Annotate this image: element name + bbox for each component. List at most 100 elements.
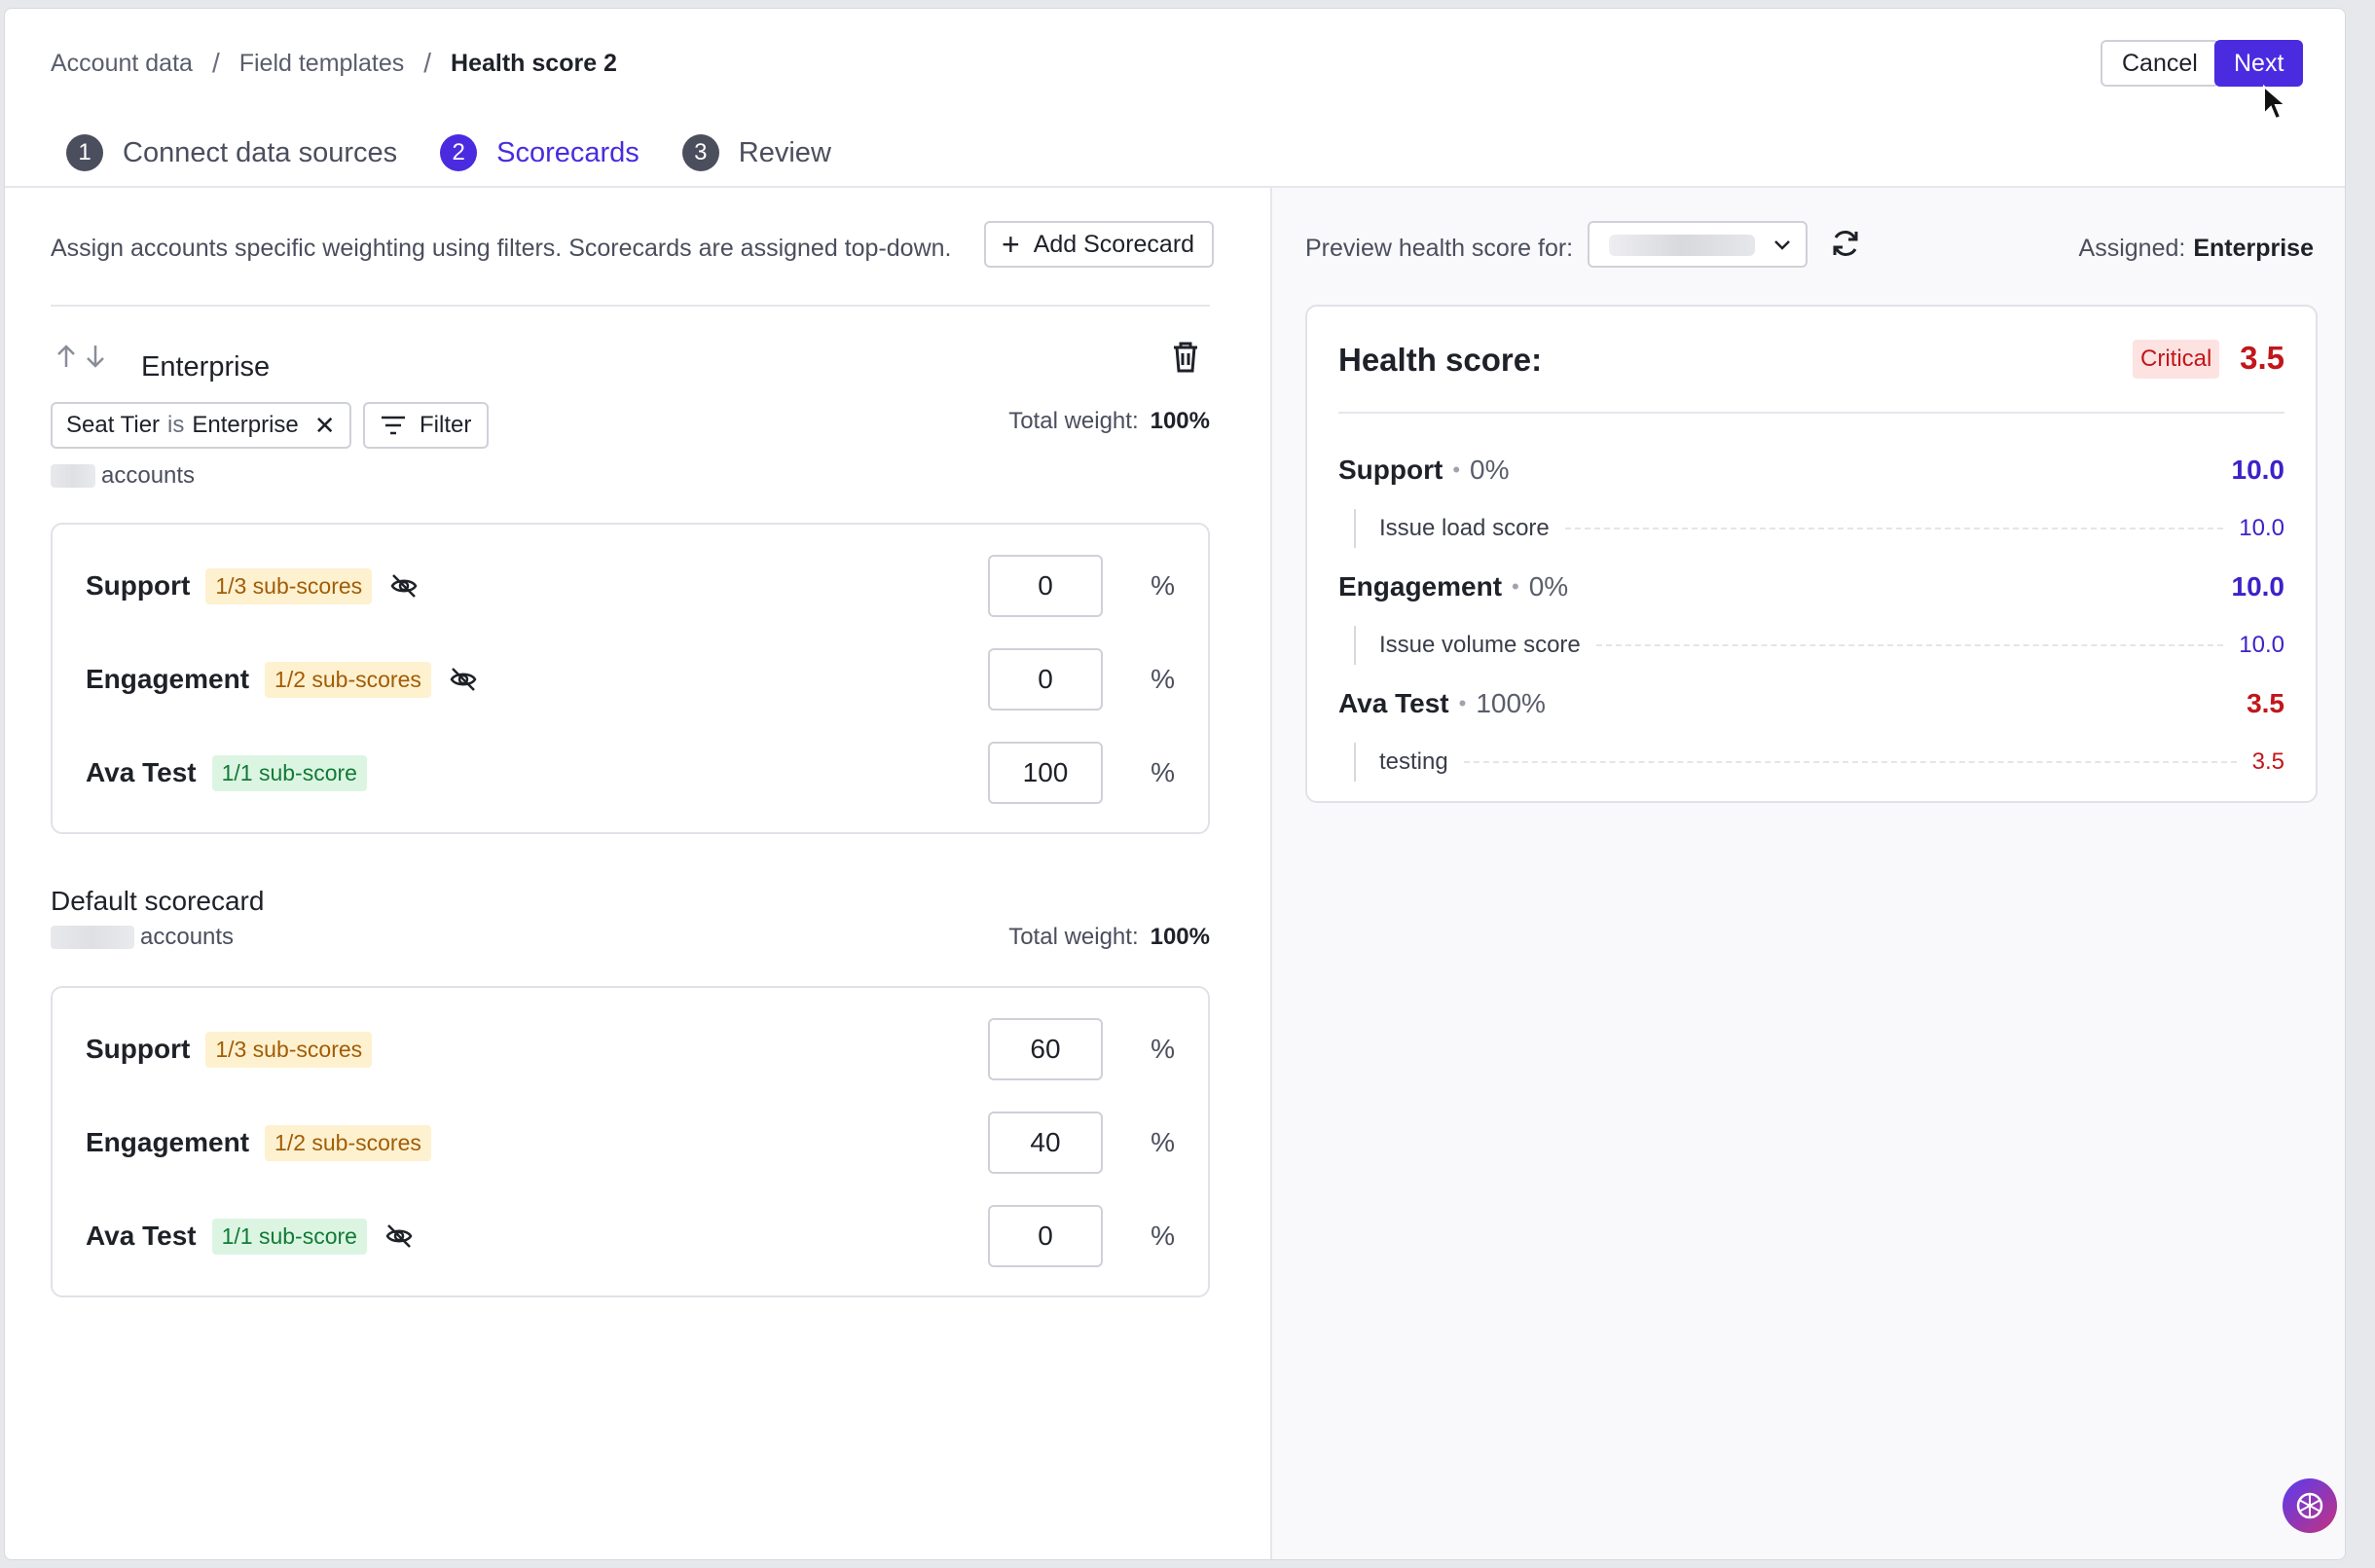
total-weight-label: Total weight:: [1008, 408, 1139, 434]
filter-field: Seat Tier: [66, 412, 161, 438]
sub-score-badge[interactable]: 1/1 sub-score: [211, 1218, 367, 1255]
total-weight-value: 100%: [1150, 408, 1210, 434]
accounts-label: accounts: [140, 924, 235, 950]
eye-off-icon[interactable]: [384, 1222, 414, 1251]
breadcrumb-field-templates[interactable]: Field templates: [239, 50, 405, 78]
sub-score-value: 10.0: [2239, 515, 2284, 541]
category-weight: 0%: [1470, 455, 1510, 485]
category-weight: 0%: [1528, 571, 1569, 602]
enterprise-total-weight: Total weight: 100%: [1008, 408, 1210, 435]
weight-row-support: Support 1/3 sub-scores %: [86, 1017, 1175, 1081]
percent-sign: %: [1151, 664, 1175, 694]
category-row-support: Support • 0% 10.0: [1338, 451, 2284, 490]
category-name: Engagement: [86, 664, 250, 694]
default-weights-card: Support 1/3 sub-scores % Engagement 1/2 …: [51, 986, 1210, 1297]
assistant-button[interactable]: [2283, 1478, 2337, 1533]
filter-button[interactable]: Filter: [363, 402, 490, 449]
enterprise-accounts-count: accounts: [51, 462, 195, 490]
bullet-separator: •: [1458, 691, 1467, 715]
breadcrumb-separator: /: [211, 48, 220, 78]
category-row-ava-test: Ava Test • 100% 3.5: [1338, 684, 2284, 723]
assigned-value: Enterprise: [2193, 235, 2314, 262]
weight-input[interactable]: [988, 1112, 1103, 1174]
category-name: Ava Test: [86, 1221, 197, 1251]
step-number: 3: [681, 134, 719, 171]
trash-icon[interactable]: [1169, 340, 1202, 375]
category-name: Support: [86, 1034, 191, 1064]
category-name: Engagement: [1338, 571, 1503, 602]
sub-score-badge[interactable]: 1/3 sub-scores: [205, 567, 373, 604]
sub-score-row: Issue load score 10.0: [1354, 509, 2284, 548]
reorder-controls: [55, 344, 106, 369]
category-score: 3.5: [2247, 688, 2284, 718]
sub-score-name: testing: [1379, 748, 1448, 775]
cancel-button[interactable]: Cancel: [2101, 40, 2219, 87]
arrow-up-icon[interactable]: [55, 344, 77, 369]
breadcrumb-account-data[interactable]: Account data: [51, 50, 193, 78]
preview-label: Preview health score for:: [1305, 235, 1574, 262]
filter-chip[interactable]: Seat Tier is Enterprise ✕: [51, 402, 351, 449]
breadcrumb-separator: /: [423, 48, 432, 78]
eye-off-icon[interactable]: [449, 665, 478, 694]
sub-score-row: testing 3.5: [1354, 743, 2284, 782]
step-label: Connect data sources: [123, 136, 398, 168]
weight-input[interactable]: [988, 648, 1103, 711]
filter-value: Enterprise: [192, 412, 299, 438]
default-accounts-count: accounts: [51, 924, 234, 951]
refresh-icon[interactable]: [1829, 227, 1862, 260]
category-score: 10.0: [2231, 571, 2285, 602]
category-score: 10.0: [2231, 455, 2285, 485]
assigned-scorecard: Assigned: Enterprise: [2079, 235, 2314, 263]
sub-score-badge[interactable]: 1/1 sub-score: [211, 754, 367, 791]
sub-score-value: 10.0: [2239, 632, 2284, 658]
divider: [51, 305, 1210, 307]
step-scorecards[interactable]: 2 Scorecards: [420, 118, 659, 194]
arrow-down-icon[interactable]: [85, 344, 106, 369]
sub-score-value: 3.5: [2251, 748, 2284, 775]
category-row-engagement: Engagement • 0% 10.0: [1338, 567, 2284, 606]
sub-score-badge[interactable]: 1/2 sub-scores: [265, 1124, 431, 1161]
breadcrumb: Account data / Field templates / Health …: [51, 48, 617, 79]
account-select[interactable]: [1588, 221, 1808, 268]
sub-score-name: Issue load score: [1379, 515, 1550, 541]
health-score-title: Health score:: [1338, 342, 1543, 378]
weight-input[interactable]: [988, 742, 1103, 804]
default-scorecard-title: Default scorecard: [51, 886, 265, 916]
sub-score-name: Issue volume score: [1379, 632, 1581, 658]
scorecards-description: Assign accounts specific weighting using…: [51, 235, 952, 262]
percent-sign: %: [1151, 757, 1175, 787]
percent-sign: %: [1151, 1034, 1175, 1064]
filter-operator: is: [167, 412, 185, 438]
weight-row-ava-test: Ava Test 1/1 sub-score %: [86, 741, 1175, 805]
sub-score-badge[interactable]: 1/3 sub-scores: [205, 1031, 373, 1068]
percent-sign: %: [1151, 1221, 1175, 1251]
weight-input[interactable]: [988, 1205, 1103, 1267]
redacted-account-name: [1609, 235, 1755, 256]
category-name: Engagement: [86, 1127, 250, 1157]
stepper: 1 Connect data sources 2 Scorecards 3 Re…: [47, 118, 855, 194]
weight-row-engagement: Engagement 1/2 sub-scores %: [86, 1111, 1175, 1175]
step-review[interactable]: 3 Review: [663, 118, 851, 192]
weight-input[interactable]: [988, 555, 1103, 617]
sub-score-row: Issue volume score 10.0: [1354, 626, 2284, 665]
add-scorecard-label: Add Scorecard: [1033, 230, 1195, 258]
weight-input[interactable]: [988, 1018, 1103, 1080]
status-badge: Critical: [2133, 340, 2220, 379]
plus-icon: +: [1002, 227, 1020, 262]
cursor-icon: [2263, 85, 2288, 121]
close-icon[interactable]: ✕: [314, 411, 336, 441]
header: Account data / Field templates / Health …: [5, 9, 2345, 194]
weight-row-ava-test: Ava Test 1/1 sub-score %: [86, 1204, 1175, 1268]
assistant-icon: [2296, 1492, 2323, 1519]
next-button[interactable]: Next: [2214, 40, 2304, 87]
percent-sign: %: [1151, 570, 1175, 601]
breadcrumb-current: Health score 2: [451, 49, 617, 77]
category-name: Support: [1338, 455, 1443, 485]
sub-score-badge[interactable]: 1/2 sub-scores: [265, 661, 431, 698]
eye-off-icon[interactable]: [389, 571, 419, 601]
enterprise-weights-card: Support 1/3 sub-scores % Engagement 1/2 …: [51, 523, 1210, 834]
health-score-value: 3.5: [2240, 340, 2284, 376]
divider: [1338, 412, 2284, 414]
step-connect-data-sources[interactable]: 1 Connect data sources: [47, 118, 417, 192]
add-scorecard-button[interactable]: + Add Scorecard: [984, 221, 1215, 268]
